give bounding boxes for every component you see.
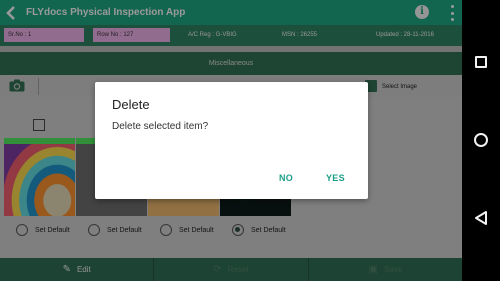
nav-back-icon[interactable] [473, 210, 489, 226]
delete-dialog: Delete Delete selected item? NO YES [95, 82, 368, 199]
recents-icon[interactable] [475, 56, 487, 68]
dialog-title: Delete [112, 97, 150, 112]
dialog-message: Delete selected item? [112, 121, 209, 132]
yes-button[interactable]: YES [326, 173, 345, 183]
inspection-screen: FLYdocs Physical Inspection App i Sr.No … [0, 0, 462, 281]
no-button[interactable]: NO [279, 173, 293, 183]
system-nav-bar [462, 0, 500, 281]
home-icon[interactable] [474, 133, 488, 147]
